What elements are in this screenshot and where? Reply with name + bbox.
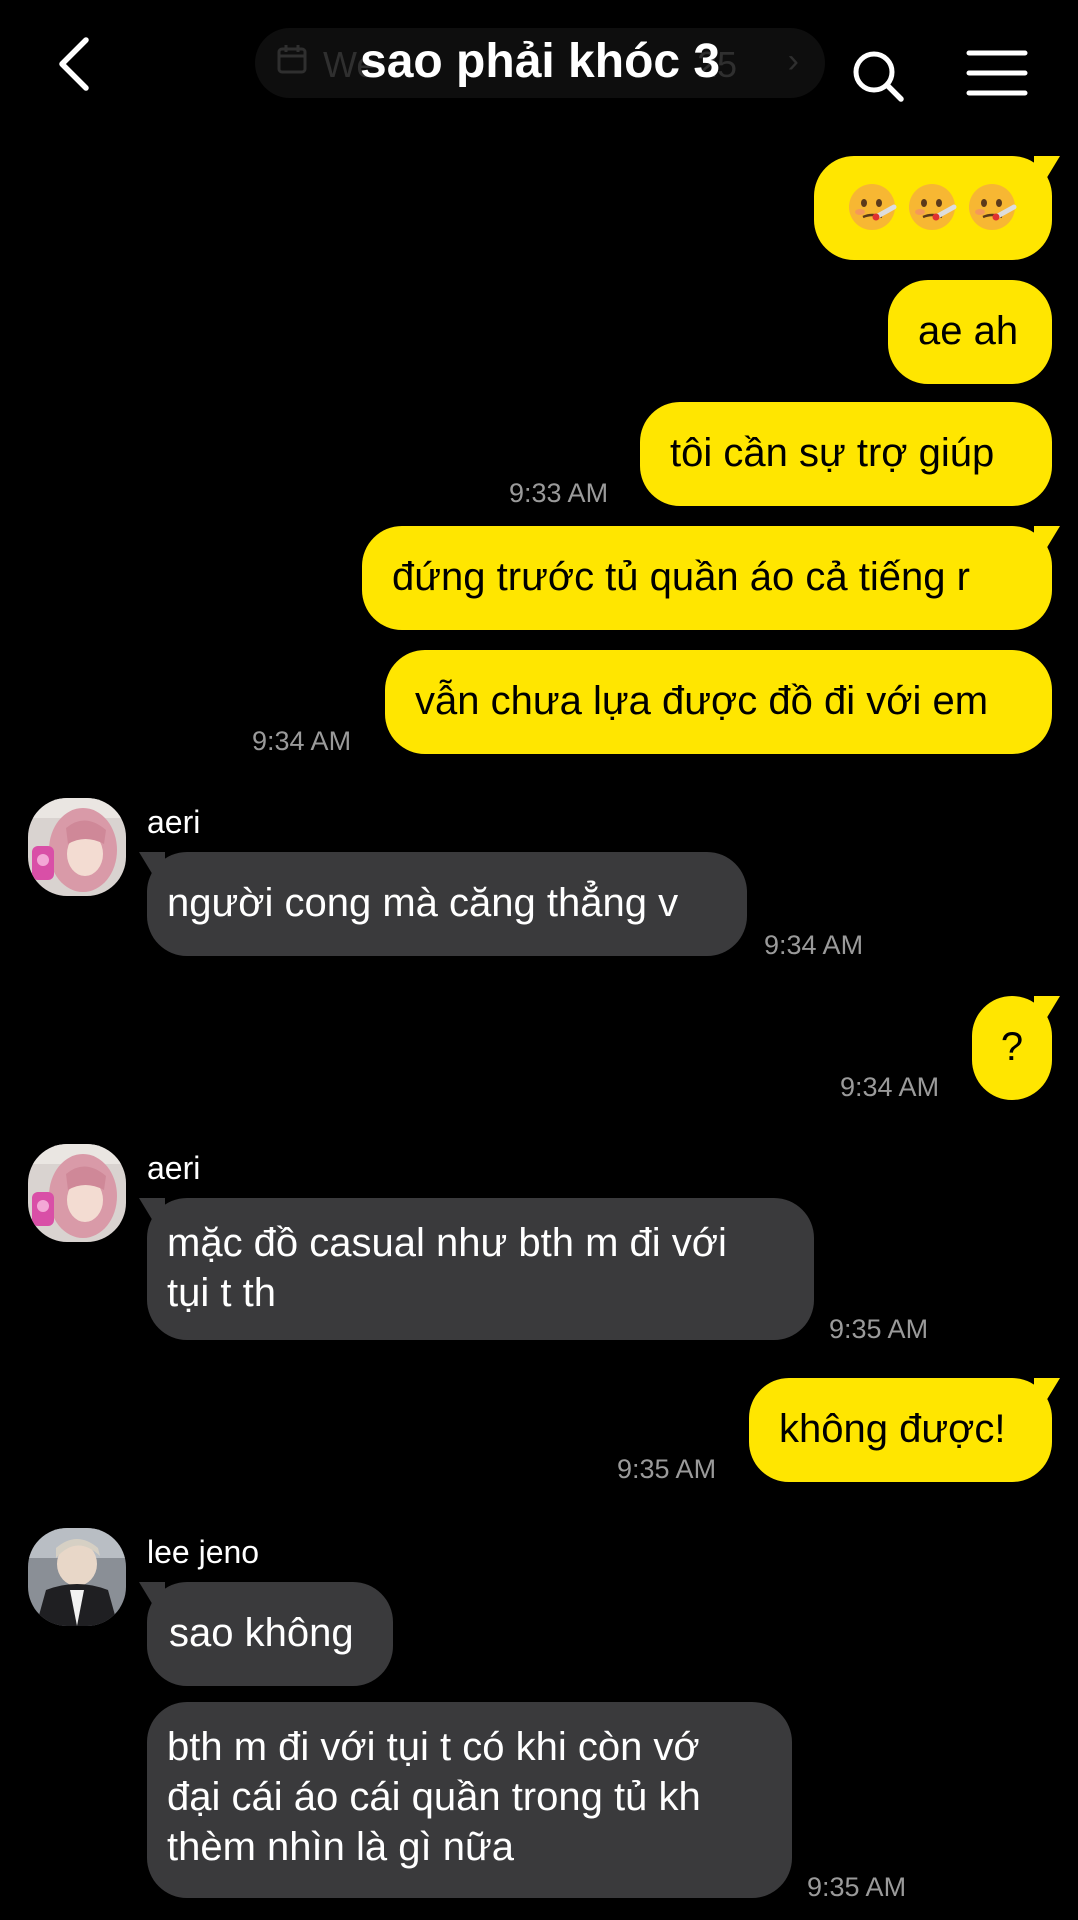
message-text: đứng trước tủ quần áo cả tiếng r [392,555,970,599]
incoming-message[interactable]: người cong mà căng thẳng v [147,852,747,956]
sender-name: lee jeno [147,1534,260,1570]
message-text: ? [1000,1025,1024,1069]
message-text: vẫn chưa lựa được đồ đi với em [415,679,989,723]
message-timestamp: 9:35 AM [829,1314,929,1344]
incoming-message[interactable]: mặc đồ casual như bth m đi với tụi t th [147,1198,814,1340]
avatar-lee-jeno-image [28,1528,126,1626]
message-text: tôi cần sự trợ giúp [670,431,995,475]
message-timestamp: 9:34 AM [840,1072,940,1102]
outgoing-message[interactable]: vẫn chưa lựa được đồ đi với em [385,650,1052,754]
message-text: ae ah [918,309,1019,353]
outgoing-message[interactable]: tôi cần sự trợ giúp [640,402,1052,506]
face-with-thermometer-emoji [909,184,957,231]
chat-header: We 25 › sao phải khóc 3 [0,0,1078,130]
sender-name: aeri [147,1150,201,1186]
emoji-row [842,183,1022,231]
sender-name: aeri [147,804,201,840]
message-text-line: đại cái áo cái quần trong tủ kh [167,1775,701,1819]
hamburger-menu-icon[interactable] [966,48,1028,98]
search-icon[interactable] [850,48,906,104]
outgoing-message[interactable]: ? [972,996,1052,1100]
avatar[interactable] [28,798,126,896]
incoming-message[interactable]: bth m đi với tụi t có khi còn vớ đại cái… [147,1702,792,1898]
outgoing-message[interactable]: đứng trước tủ quần áo cả tiếng r [362,526,1052,630]
calendar-icon [277,45,307,74]
avatar-aeri-image [28,798,126,896]
avatar[interactable] [28,1144,126,1242]
message-text: người cong mà căng thẳng v [167,881,679,925]
message-text-line: tụi t th [167,1271,276,1315]
message-timestamp: 9:33 AM [509,478,609,508]
outgoing-message[interactable] [814,156,1052,260]
face-with-thermometer-emoji [969,184,1017,231]
incoming-message[interactable]: sao không [147,1582,393,1686]
message-text-line: thèm nhìn là gì nữa [167,1825,514,1869]
avatar[interactable] [28,1528,126,1626]
chevron-right-icon: › [787,42,799,80]
chat-title[interactable]: sao phải khóc 3 [360,34,720,89]
message-text-line: mặc đồ casual như bth m đi với [167,1221,727,1265]
face-with-thermometer-emoji [849,184,897,231]
message-timestamp: 9:34 AM [252,726,352,756]
chevron-left-icon[interactable] [50,34,100,94]
outgoing-message[interactable]: không được! [749,1378,1052,1482]
message-timestamp: 9:35 AM [807,1872,907,1902]
message-text-line: bth m đi với tụi t có khi còn vớ [167,1725,700,1769]
message-timestamp: 9:35 AM [617,1454,717,1484]
message-text: sao không [169,1611,354,1655]
outgoing-message[interactable]: ae ah [888,280,1052,384]
message-timestamp: 9:34 AM [764,930,864,960]
avatar-aeri-image [28,1144,126,1242]
message-text: không được! [779,1407,1006,1451]
